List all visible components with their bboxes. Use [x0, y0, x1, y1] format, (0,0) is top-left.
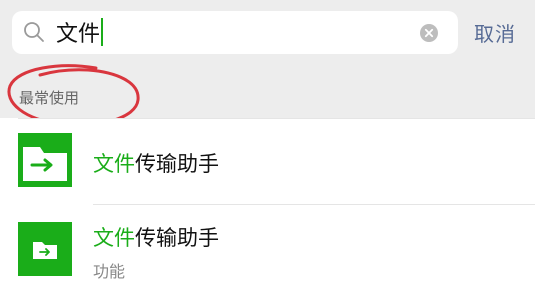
result-title: 文件传输助手: [93, 222, 219, 252]
cancel-button[interactable]: 取消: [474, 18, 516, 47]
search-input[interactable]: 文件: [56, 17, 406, 47]
section-title: 最常使用: [19, 89, 80, 107]
section-header: 最常使用: [0, 66, 535, 118]
clear-icon[interactable]: [420, 24, 438, 42]
folder-arrow-icon: [18, 133, 72, 187]
search-bar-area: 文件 取消: [0, 0, 535, 66]
divider: [93, 204, 535, 205]
list-item[interactable]: 文件传瑜助手: [0, 118, 535, 204]
result-title-rest: 传输助手: [135, 226, 219, 250]
result-title-rest: 传瑜助手: [135, 152, 219, 176]
divider: [18, 118, 535, 119]
folder-arrow-icon: [18, 222, 72, 276]
search-icon: [24, 22, 44, 42]
search-query-text: 文件: [56, 22, 101, 47]
result-title-highlight: 文件: [93, 152, 135, 176]
text-caret: [101, 18, 104, 46]
search-box[interactable]: 文件: [12, 11, 458, 54]
result-title-highlight: 文件: [93, 226, 135, 250]
result-title: 文件传瑜助手: [93, 148, 219, 178]
list-item[interactable]: 文件传输助手 功能: [0, 205, 535, 291]
result-subtitle: 功能: [93, 262, 126, 281]
